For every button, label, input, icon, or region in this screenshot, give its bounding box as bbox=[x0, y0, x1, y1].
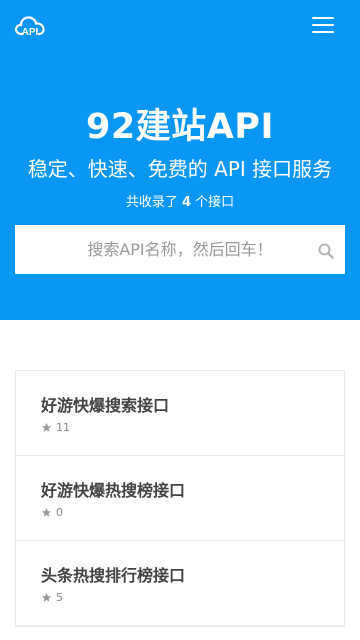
search-input[interactable] bbox=[15, 225, 345, 274]
api-name[interactable]: 头条热搜排行榜接口 bbox=[41, 562, 185, 586]
hamburger-menu-icon[interactable] bbox=[312, 17, 334, 33]
api-list: 好游快爆搜索接口 11 好游快爆热搜榜接口 0 头条热搜排行榜接口 5 bbox=[15, 370, 345, 627]
star-count: 5 bbox=[56, 591, 63, 604]
api-name[interactable]: 好游快爆搜索接口 bbox=[41, 392, 169, 416]
star-icon bbox=[41, 592, 52, 602]
star-count: 0 bbox=[56, 506, 63, 519]
api-list-item[interactable]: 头条热搜排行榜接口 5 bbox=[16, 541, 344, 626]
api-list-item[interactable]: 好游快爆搜索接口 11 bbox=[16, 371, 344, 456]
count-value: 4 bbox=[181, 195, 192, 210]
logo-text: API bbox=[22, 27, 39, 38]
site-subtitle: 稳定、快速、免费的 API 接口服务 bbox=[27, 157, 333, 181]
star-count: 11 bbox=[56, 421, 70, 434]
hero-banner: API 92建站API 稳定、快速、免费的 API 接口服务 共收录了 4 个接… bbox=[0, 0, 360, 320]
search-icon[interactable] bbox=[318, 243, 334, 259]
site-title: 92建站API bbox=[86, 107, 274, 147]
count-suffix: 个接口 bbox=[191, 195, 235, 210]
cloud-api-logo[interactable]: API bbox=[14, 12, 46, 38]
star-icon bbox=[41, 507, 52, 517]
api-list-item[interactable]: 好游快爆热搜榜接口 0 bbox=[16, 456, 344, 541]
api-name[interactable]: 好游快爆热搜榜接口 bbox=[41, 477, 185, 501]
count-prefix: 共收录了 bbox=[125, 195, 182, 210]
api-count-text: 共收录了 4 个接口 bbox=[0, 191, 360, 210]
star-icon bbox=[41, 422, 52, 432]
api-stars: 11 bbox=[41, 421, 70, 434]
api-stars: 5 bbox=[41, 591, 63, 604]
api-stars: 0 bbox=[41, 506, 63, 519]
search-box bbox=[15, 225, 345, 274]
